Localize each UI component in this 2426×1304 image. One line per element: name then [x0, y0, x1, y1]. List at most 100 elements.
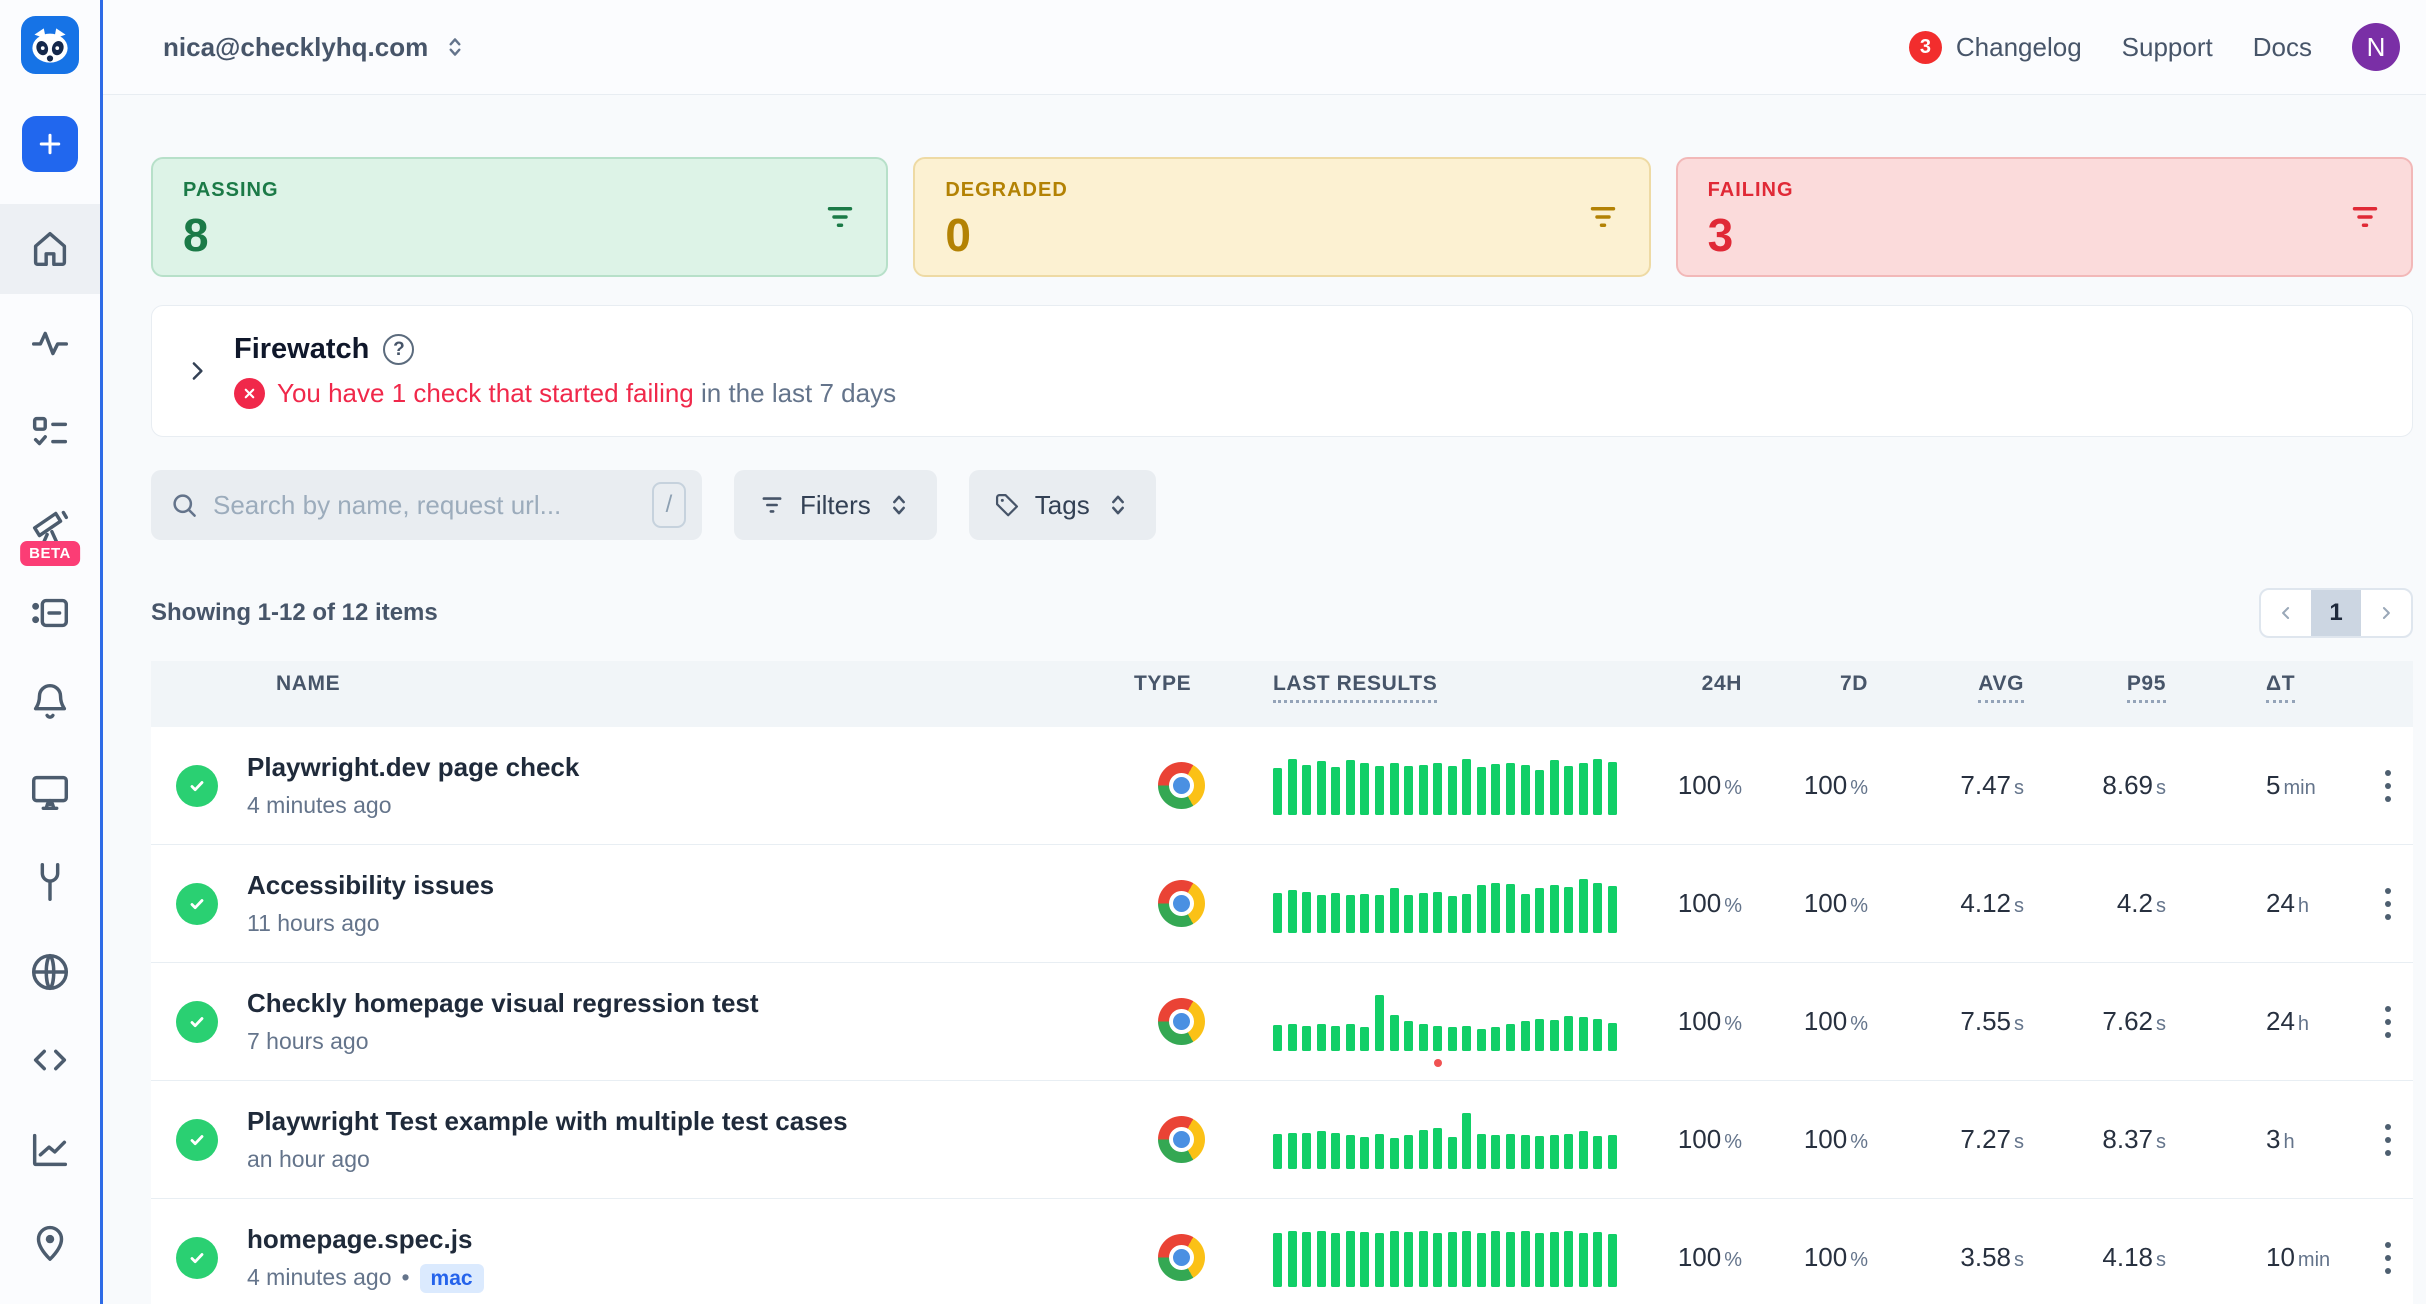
tags-button[interactable]: Tags	[969, 470, 1156, 540]
table-row[interactable]: Playwright.dev page check 4 minutes ago …	[151, 727, 2413, 845]
filters-label: Filters	[800, 490, 871, 521]
chevron-up-down-icon	[885, 491, 913, 519]
sidebar-item-logs[interactable]	[0, 568, 100, 658]
table-row[interactable]: homepage.spec.js 4 minutes ago •mac 100%…	[151, 1199, 2413, 1304]
sidebar-item-browser-checks[interactable]	[0, 747, 100, 837]
result-bar	[1390, 757, 1399, 815]
result-bar	[1477, 1111, 1486, 1169]
table-row[interactable]: Checkly homepage visual regression test …	[151, 963, 2413, 1081]
result-bar	[1608, 993, 1617, 1051]
last-results-sparkline[interactable]	[1273, 757, 1631, 815]
result-bar	[1550, 1229, 1559, 1287]
table-row[interactable]: Accessibility issues 11 hours ago 100% 1…	[151, 845, 2413, 963]
filter-icon[interactable]	[822, 199, 858, 235]
degraded-card[interactable]: DEGRADED 0	[913, 157, 1650, 277]
result-bar	[1375, 1229, 1384, 1287]
search-box[interactable]: /	[151, 470, 702, 540]
location-pin-icon	[27, 1218, 73, 1264]
failing-card[interactable]: FAILING 3	[1676, 157, 2413, 277]
passing-card[interactable]: PASSING 8	[151, 157, 888, 277]
check-name[interactable]: Checkly homepage visual regression test	[247, 988, 1111, 1019]
last-results-sparkline[interactable]	[1273, 1229, 1631, 1287]
support-link[interactable]: Support	[2122, 32, 2213, 63]
filters-button[interactable]: Filters	[734, 470, 937, 540]
degraded-count: 0	[945, 208, 1618, 262]
column-dt[interactable]: ΔT	[2166, 672, 2366, 696]
check-name[interactable]: homepage.spec.js	[247, 1224, 1111, 1255]
success-7d: 100%	[1742, 1006, 1868, 1037]
result-bar	[1302, 875, 1311, 933]
create-new-button[interactable]	[22, 116, 78, 172]
result-bar	[1404, 875, 1413, 933]
result-bar	[1462, 1229, 1471, 1287]
chrome-browser-icon	[1158, 998, 1205, 1045]
sidebar-item-monitoring[interactable]	[0, 298, 100, 388]
row-menu-button[interactable]	[2366, 1242, 2413, 1274]
result-bar	[1331, 1111, 1340, 1169]
success-24h: 100%	[1631, 1124, 1742, 1155]
avg-duration: 4.12s	[1868, 888, 2024, 919]
passing-count: 8	[183, 208, 856, 262]
column-type: TYPE	[1111, 672, 1251, 696]
row-menu-button[interactable]	[2366, 1124, 2413, 1156]
result-bar	[1579, 993, 1588, 1051]
checkly-logo[interactable]	[21, 16, 79, 74]
bell-icon	[27, 678, 73, 724]
last-results-sparkline[interactable]	[1273, 875, 1631, 933]
column-last-results[interactable]: LAST RESULTS	[1251, 672, 1631, 696]
current-page-button[interactable]: 1	[2311, 590, 2361, 636]
result-bar	[1360, 1111, 1369, 1169]
chevron-left-icon	[2276, 603, 2296, 623]
changelog-link[interactable]: Changelog	[1956, 32, 2082, 63]
row-menu-button[interactable]	[2366, 888, 2413, 920]
chevron-right-icon	[2376, 603, 2396, 623]
result-bar	[1375, 875, 1384, 933]
result-bar	[1564, 993, 1573, 1051]
success-7d: 100%	[1742, 1242, 1868, 1273]
result-bar	[1550, 757, 1559, 815]
column-name[interactable]: NAME	[151, 672, 1111, 696]
result-bar	[1433, 757, 1442, 815]
filter-icon[interactable]	[2347, 199, 2383, 235]
last-results-sparkline[interactable]	[1273, 993, 1631, 1051]
next-page-button[interactable]	[2361, 590, 2411, 636]
docs-link[interactable]: Docs	[2253, 32, 2312, 63]
app-root: BETA nica@checklyhq.com	[0, 0, 2426, 1304]
sidebar-item-maintenance[interactable]	[0, 837, 100, 927]
result-bar	[1390, 1229, 1399, 1287]
check-last-run: 4 minutes ago	[247, 1264, 391, 1291]
sidebar-item-home[interactable]	[0, 204, 100, 294]
filter-icon[interactable]	[1585, 199, 1621, 235]
user-avatar[interactable]: N	[2352, 23, 2400, 71]
last-results-sparkline[interactable]	[1273, 1111, 1631, 1169]
row-menu-button[interactable]	[2366, 770, 2413, 802]
column-p95[interactable]: P95	[2024, 672, 2166, 696]
check-name[interactable]: Accessibility issues	[247, 870, 1111, 901]
prev-page-button[interactable]	[2261, 590, 2311, 636]
success-7d: 100%	[1742, 770, 1868, 801]
help-icon[interactable]: ?	[383, 334, 414, 365]
chevron-up-down-icon	[442, 34, 468, 60]
column-avg[interactable]: AVG	[1868, 672, 2024, 696]
account-email: nica@checklyhq.com	[163, 32, 428, 63]
sidebar-item-checks[interactable]	[0, 388, 100, 478]
sidebar-item-api[interactable]	[0, 927, 100, 1017]
check-tag-badge[interactable]: mac	[420, 1264, 484, 1293]
row-menu-button[interactable]	[2366, 1006, 2413, 1038]
result-bar	[1419, 1111, 1428, 1169]
sidebar-item-snippets[interactable]	[0, 1015, 100, 1105]
check-name[interactable]: Playwright Test example with multiple te…	[247, 1106, 1111, 1137]
sidebar-item-alerts[interactable]	[0, 656, 100, 746]
result-bar	[1608, 1229, 1617, 1287]
sidebar-item-private-locations[interactable]	[0, 1196, 100, 1286]
passing-label: PASSING	[183, 179, 856, 202]
result-bar	[1404, 993, 1413, 1051]
result-bar	[1404, 1111, 1413, 1169]
result-bar	[1579, 1229, 1588, 1287]
sidebar-item-dashboards[interactable]	[0, 1105, 100, 1195]
account-switcher[interactable]: nica@checklyhq.com	[163, 32, 468, 63]
search-input[interactable]	[213, 490, 638, 521]
table-row[interactable]: Playwright Test example with multiple te…	[151, 1081, 2413, 1199]
chevron-right-icon[interactable]	[182, 356, 212, 386]
check-name[interactable]: Playwright.dev page check	[247, 752, 1111, 783]
